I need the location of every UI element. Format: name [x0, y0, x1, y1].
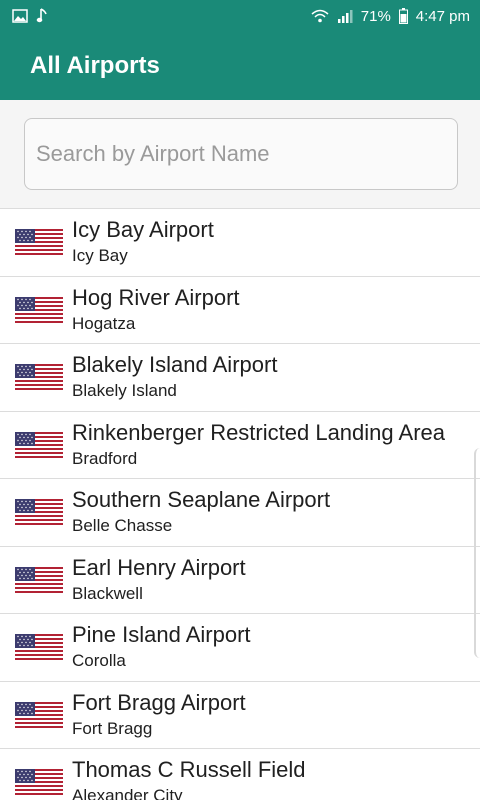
- airport-city: Icy Bay: [72, 246, 128, 266]
- airport-city: Fort Bragg: [72, 718, 153, 738]
- us-flag-icon: [15, 364, 63, 391]
- wifi-icon: [311, 9, 329, 23]
- airport-text: Rinkenberger Restricted Landing Area Bra…: [72, 420, 445, 470]
- us-flag-icon: [15, 634, 63, 661]
- battery-icon: [398, 8, 408, 24]
- status-left: [12, 8, 48, 24]
- us-flag-icon: [15, 499, 63, 526]
- airport-name: Icy Bay Airport: [72, 217, 214, 243]
- us-flag-icon: [15, 701, 63, 728]
- airport-city: Blakely Island: [72, 381, 177, 401]
- search-box[interactable]: [24, 118, 458, 190]
- airport-list-item[interactable]: Rinkenberger Restricted Landing Area Bra…: [0, 411, 480, 479]
- airport-list-item[interactable]: Southern Seaplane Airport Belle Chasse: [0, 479, 480, 547]
- airport-city: Blackwell: [72, 583, 143, 603]
- airport-name: Fort Bragg Airport: [72, 689, 246, 715]
- airport-list-item[interactable]: Blakely Island Airport Blakely Island: [0, 344, 480, 412]
- airport-name: Thomas C Russell Field: [72, 757, 306, 783]
- airport-list: Icy Bay Airport Icy Bay Hog River Airpor…: [0, 208, 480, 800]
- airport-list-item[interactable]: Fort Bragg Airport Fort Bragg: [0, 681, 480, 749]
- airport-name: Earl Henry Airport: [72, 554, 246, 580]
- airport-text: Southern Seaplane Airport Belle Chasse: [72, 487, 330, 537]
- airport-city: Hogatza: [72, 313, 136, 333]
- airport-list-item[interactable]: Pine Island Airport Corolla: [0, 614, 480, 682]
- us-flag-icon: [15, 566, 63, 593]
- clock: 4:47 pm: [415, 7, 470, 25]
- status-right: 71% 4:47 pm: [311, 8, 470, 25]
- us-flag-icon: [15, 769, 63, 796]
- search-container: [0, 100, 480, 208]
- airport-name: Rinkenberger Restricted Landing Area: [72, 419, 446, 445]
- airport-name: Hog River Airport: [72, 284, 240, 310]
- image-icon: [12, 9, 28, 23]
- status-bar: 71% 4:47 pm: [0, 0, 480, 32]
- signal-icon: [337, 10, 353, 23]
- airport-name: Blakely Island Airport: [72, 352, 278, 378]
- airport-list-item[interactable]: Earl Henry Airport Blackwell: [0, 546, 480, 614]
- us-flag-icon: [15, 431, 63, 458]
- airport-city: Corolla: [72, 651, 126, 671]
- airport-city: Bradford: [72, 448, 138, 468]
- airport-text: Earl Henry Airport Blackwell: [72, 555, 246, 605]
- scroll-edge-indicator: [474, 448, 480, 658]
- airport-text: Fort Bragg Airport Fort Bragg: [72, 690, 246, 740]
- airport-text: Blakely Island Airport Blakely Island: [72, 352, 277, 402]
- airport-list-item[interactable]: Icy Bay Airport Icy Bay: [0, 209, 480, 277]
- airport-city: Alexander City: [72, 786, 183, 800]
- airport-list-item[interactable]: Hog River Airport Hogatza: [0, 276, 480, 344]
- airport-city: Belle Chasse: [72, 516, 173, 536]
- airport-list-item[interactable]: Thomas C Russell Field Alexander City: [0, 749, 480, 800]
- music-note-icon: [36, 8, 47, 23]
- airport-text: Icy Bay Airport Icy Bay: [72, 217, 214, 267]
- app-bar: All Airports: [0, 32, 480, 100]
- airport-text: Thomas C Russell Field Alexander City: [72, 757, 306, 800]
- search-input[interactable]: [34, 140, 457, 168]
- airport-text: Pine Island Airport Corolla: [72, 622, 251, 672]
- airport-text: Hog River Airport Hogatza: [72, 285, 240, 335]
- airport-name: Pine Island Airport: [72, 622, 251, 648]
- us-flag-icon: [15, 229, 63, 256]
- us-flag-icon: [15, 296, 63, 323]
- battery-percent: 71%: [360, 7, 391, 25]
- airport-name: Southern Seaplane Airport: [72, 487, 331, 513]
- page-title: All Airports: [30, 52, 160, 79]
